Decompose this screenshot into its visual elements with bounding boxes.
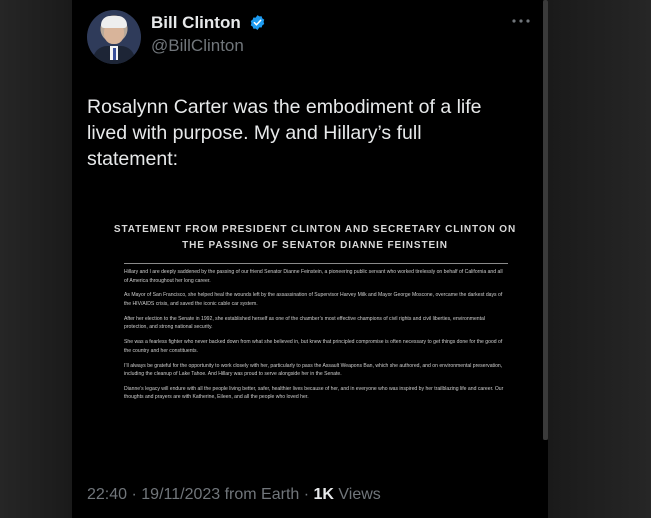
statement-body: Hillary and I are deeply saddened by the… — [124, 268, 508, 408]
statement-paragraph: She was a fearless fighter who never bac… — [124, 339, 503, 354]
statement-title: STATEMENT FROM PRESIDENT CLINTON AND SEC… — [110, 222, 520, 254]
avatar-hair — [101, 16, 127, 28]
author-handle[interactable]: @BillClinton — [151, 36, 244, 56]
statement-paragraph: Dianne’s legacy will endure with all the… — [124, 385, 504, 401]
tweet-text: Rosalynn Carter was the embodiment of a … — [87, 96, 482, 170]
views-count[interactable]: 1K — [314, 486, 334, 503]
right-backdrop — [548, 0, 651, 518]
statement-divider — [124, 263, 508, 264]
author-name[interactable]: Bill Clinton — [151, 13, 241, 33]
statement-title-line1: STATEMENT FROM PRESIDENT CLINTON AND SEC… — [113, 224, 517, 235]
more-options-icon[interactable] — [510, 14, 532, 28]
verified-badge-icon[interactable] — [249, 14, 266, 31]
tweet-source: from Earth — [220, 486, 300, 503]
meta-separator: · — [299, 486, 314, 503]
statement-paragraph: After her election to the Senate in 1992… — [124, 315, 486, 331]
statement-paragraph: I’ll always be grateful for the opportun… — [124, 362, 503, 378]
statement-image[interactable]: STATEMENT FROM PRESIDENT CLINTON AND SEC… — [100, 212, 530, 460]
statement-paragraph: Hillary and I are deeply saddened by the… — [124, 269, 503, 284]
scrollbar-thumb[interactable] — [543, 0, 548, 440]
tweet-meta: 22:40 · 19/11/2023 from Earth · 1K Views — [87, 485, 381, 505]
tweet-time[interactable]: 22:40 — [87, 486, 127, 503]
tweet-date[interactable]: 19/11/2023 — [141, 486, 220, 503]
scrollbar[interactable] — [543, 0, 548, 440]
avatar-tie — [112, 48, 116, 60]
meta-separator: · — [127, 486, 142, 503]
statement-title-line2: THE PASSING OF SENATOR DIANNE FEINSTEIN — [182, 240, 448, 251]
left-backdrop — [0, 0, 72, 518]
avatar[interactable] — [87, 10, 141, 64]
statement-paragraph: As Mayor of San Francisco, she helped he… — [124, 292, 503, 307]
views-label: Views — [333, 486, 381, 503]
